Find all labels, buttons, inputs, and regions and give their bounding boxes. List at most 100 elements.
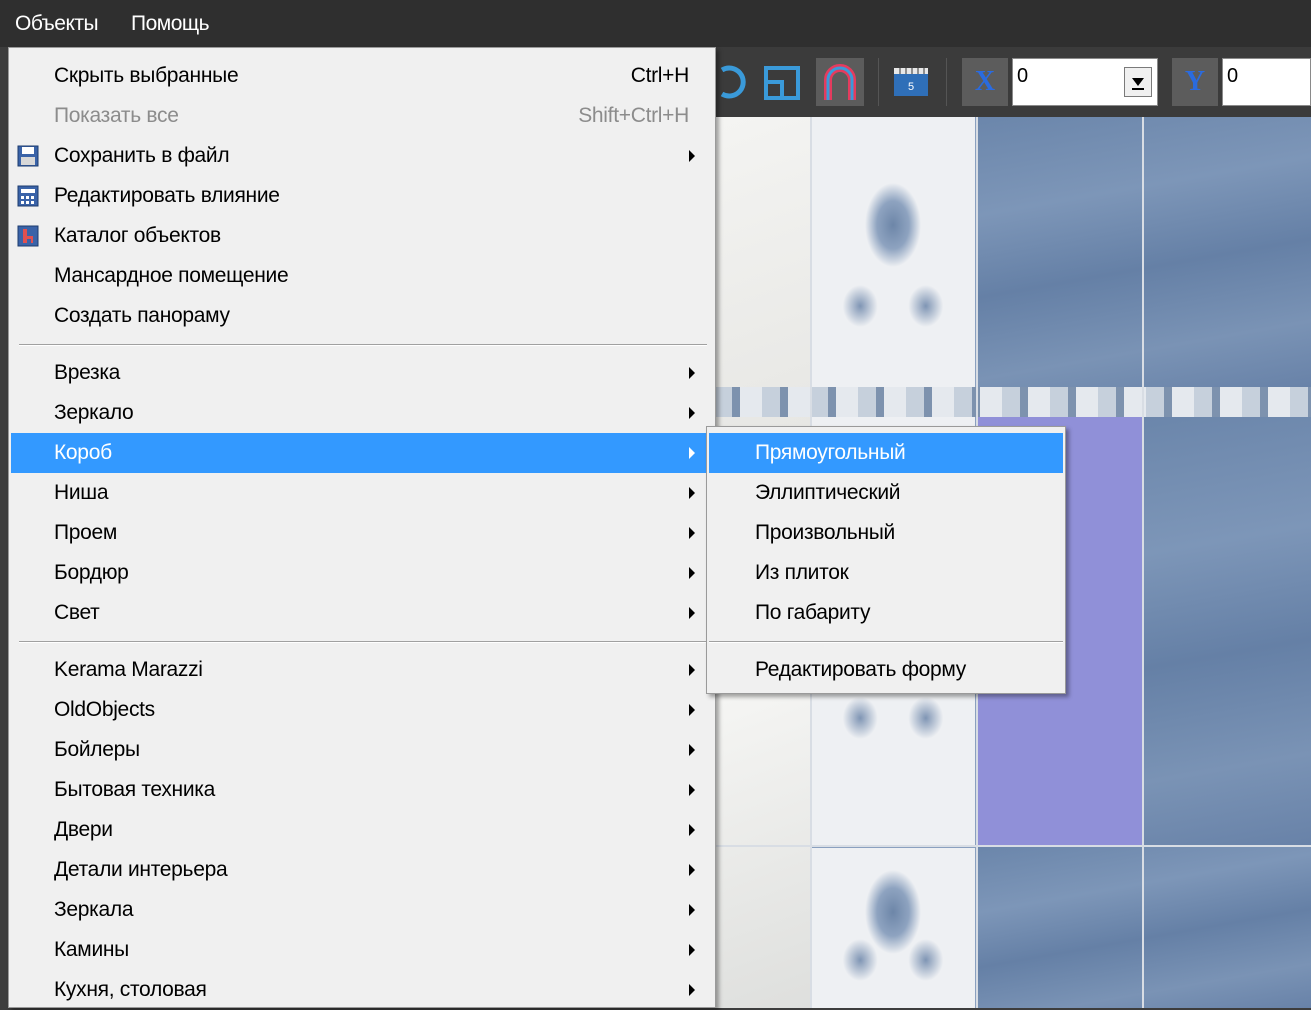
menu-item-label: Проем <box>54 521 118 544</box>
toolbar-separator <box>946 58 947 106</box>
menu-item-insert[interactable]: Врезка <box>11 353 713 393</box>
submenu-arrow-icon <box>689 704 695 716</box>
x-label: X <box>962 58 1008 106</box>
menu-item-label: Создать панораму <box>54 304 230 327</box>
menu-item-edit-influence[interactable]: Редактировать влияние <box>11 176 713 216</box>
ruler-icon: 5 <box>894 68 928 96</box>
menu-item-label: Kerama Marazzi <box>54 658 203 681</box>
menu-item-boilers[interactable]: Бойлеры <box>11 730 713 770</box>
submenu-item-arbitrary[interactable]: Произвольный <box>709 513 1063 553</box>
menu-item-mirror[interactable]: Зеркало <box>11 393 713 433</box>
menu-item-label: Детали интерьера <box>54 858 228 881</box>
menu-item-kitchen-dining[interactable]: Кухня, столовая <box>11 970 713 1010</box>
menu-separator <box>19 641 707 643</box>
menu-item-opening[interactable]: Проем <box>11 513 713 553</box>
blue-tile <box>1144 417 1311 845</box>
menu-item-mirrors[interactable]: Зеркала <box>11 890 713 930</box>
menu-item-create-panorama[interactable]: Создать панораму <box>11 296 713 336</box>
menu-item-hide-selected[interactable]: Скрыть выбранные Ctrl+H <box>11 56 713 96</box>
menu-item-label: Мансардное помещение <box>54 264 289 287</box>
x-dropdown-button[interactable] <box>1124 67 1152 97</box>
menu-item-label: Короб <box>54 441 112 464</box>
submenu-item-edit-shape[interactable]: Редактировать форму <box>709 650 1063 690</box>
menu-item-label: Показать все <box>54 104 179 127</box>
menu-item-box[interactable]: Короб <box>11 433 713 473</box>
menu-item-kerama-marazzi[interactable]: Kerama Marazzi <box>11 650 713 690</box>
menu-item-label: Произвольный <box>755 521 895 544</box>
menu-item-save-to-file[interactable]: Сохранить в файл <box>11 136 713 176</box>
ruler-button[interactable]: 5 <box>892 64 930 100</box>
submenu-arrow-icon <box>689 447 695 459</box>
submenu-arrow-icon <box>689 150 695 162</box>
resize-button[interactable] <box>760 60 804 104</box>
blue-tile <box>978 117 1311 387</box>
menu-item-label: Свет <box>54 601 100 624</box>
ruler-badge: 5 <box>908 81 914 93</box>
menu-item-appliances[interactable]: Бытовая техника <box>11 770 713 810</box>
chair-catalog-icon <box>17 225 39 247</box>
floppy-disk-icon <box>17 145 39 167</box>
menu-item-attic-room[interactable]: Мансардное помещение <box>11 256 713 296</box>
submenu-arrow-icon <box>689 487 695 499</box>
calculator-icon <box>17 185 39 207</box>
submenu-item-from-tiles[interactable]: Из плиток <box>709 553 1063 593</box>
menu-item-label: Бордюр <box>54 561 129 584</box>
menu-item-label: Бойлеры <box>54 738 140 761</box>
submenu-arrow-icon <box>689 944 695 956</box>
submenu-arrow-icon <box>689 904 695 916</box>
rotate-button[interactable] <box>714 62 750 102</box>
menu-item-light[interactable]: Свет <box>11 593 713 633</box>
submenu-arrow-icon <box>689 744 695 756</box>
submenu-arrow-icon <box>689 824 695 836</box>
menu-item-shortcut: Shift+Ctrl+H <box>578 104 689 127</box>
grout-line <box>1142 117 1144 1008</box>
menu-item-label: Бытовая техника <box>54 778 215 801</box>
submenu-item-rectangular[interactable]: Прямоугольный <box>709 433 1063 473</box>
y-label: Y <box>1172 58 1218 106</box>
submenu-arrow-icon <box>689 984 695 996</box>
box-submenu: Прямоугольный Эллиптический Произвольный… <box>706 426 1066 694</box>
blue-tile <box>978 847 1311 1008</box>
menu-item-label: Кухня, столовая <box>54 978 207 1001</box>
menu-item-fireplaces[interactable]: Камины <box>11 930 713 970</box>
damask-tile <box>811 848 975 1008</box>
menu-separator <box>19 344 707 346</box>
menu-item-doors[interactable]: Двери <box>11 810 713 850</box>
menu-item-niche[interactable]: Ниша <box>11 473 713 513</box>
menu-item-label: Сохранить в файл <box>54 144 230 167</box>
menu-item-shortcut: Ctrl+H <box>630 64 690 87</box>
y-input[interactable]: 0 <box>1222 58 1311 106</box>
menu-item-label: Ниша <box>54 481 109 504</box>
submenu-arrow-icon <box>689 567 695 579</box>
menu-item-label: Камины <box>54 938 129 961</box>
menu-item-label: По габариту <box>755 601 871 624</box>
menu-item-object-catalog[interactable]: Каталог объектов <box>11 216 713 256</box>
menu-bar: Объекты Помощь <box>0 0 1311 47</box>
menu-objects[interactable]: Объекты <box>15 12 99 36</box>
menu-item-old-objects[interactable]: OldObjects <box>11 690 713 730</box>
submenu-arrow-icon <box>689 527 695 539</box>
menu-item-interior-details[interactable]: Детали интерьера <box>11 850 713 890</box>
menu-item-label: Из плиток <box>755 561 849 584</box>
submenu-item-by-dimensions[interactable]: По габариту <box>709 593 1063 633</box>
menu-item-label: Каталог объектов <box>54 224 221 247</box>
damask-tile <box>811 117 975 387</box>
resize-icon <box>764 66 800 100</box>
toolbar-separator <box>878 58 879 106</box>
border-strip <box>714 387 1311 417</box>
menu-item-label: Врезка <box>54 361 121 384</box>
submenu-arrow-icon <box>689 367 695 379</box>
submenu-item-elliptical[interactable]: Эллиптический <box>709 473 1063 513</box>
menu-help[interactable]: Помощь <box>131 12 210 36</box>
grout-line <box>714 845 1311 847</box>
magnet-button[interactable] <box>816 58 864 106</box>
menu-item-border[interactable]: Бордюр <box>11 553 713 593</box>
menu-item-label: Прямоугольный <box>755 441 906 464</box>
submenu-arrow-icon <box>689 864 695 876</box>
menu-item-show-all[interactable]: Показать все Shift+Ctrl+H <box>11 96 713 136</box>
submenu-arrow-icon <box>689 407 695 419</box>
submenu-arrow-icon <box>689 784 695 796</box>
menu-item-label: Скрыть выбранные <box>54 64 239 87</box>
menu-item-label: OldObjects <box>54 698 155 721</box>
menu-item-label: Зеркало <box>54 401 134 424</box>
